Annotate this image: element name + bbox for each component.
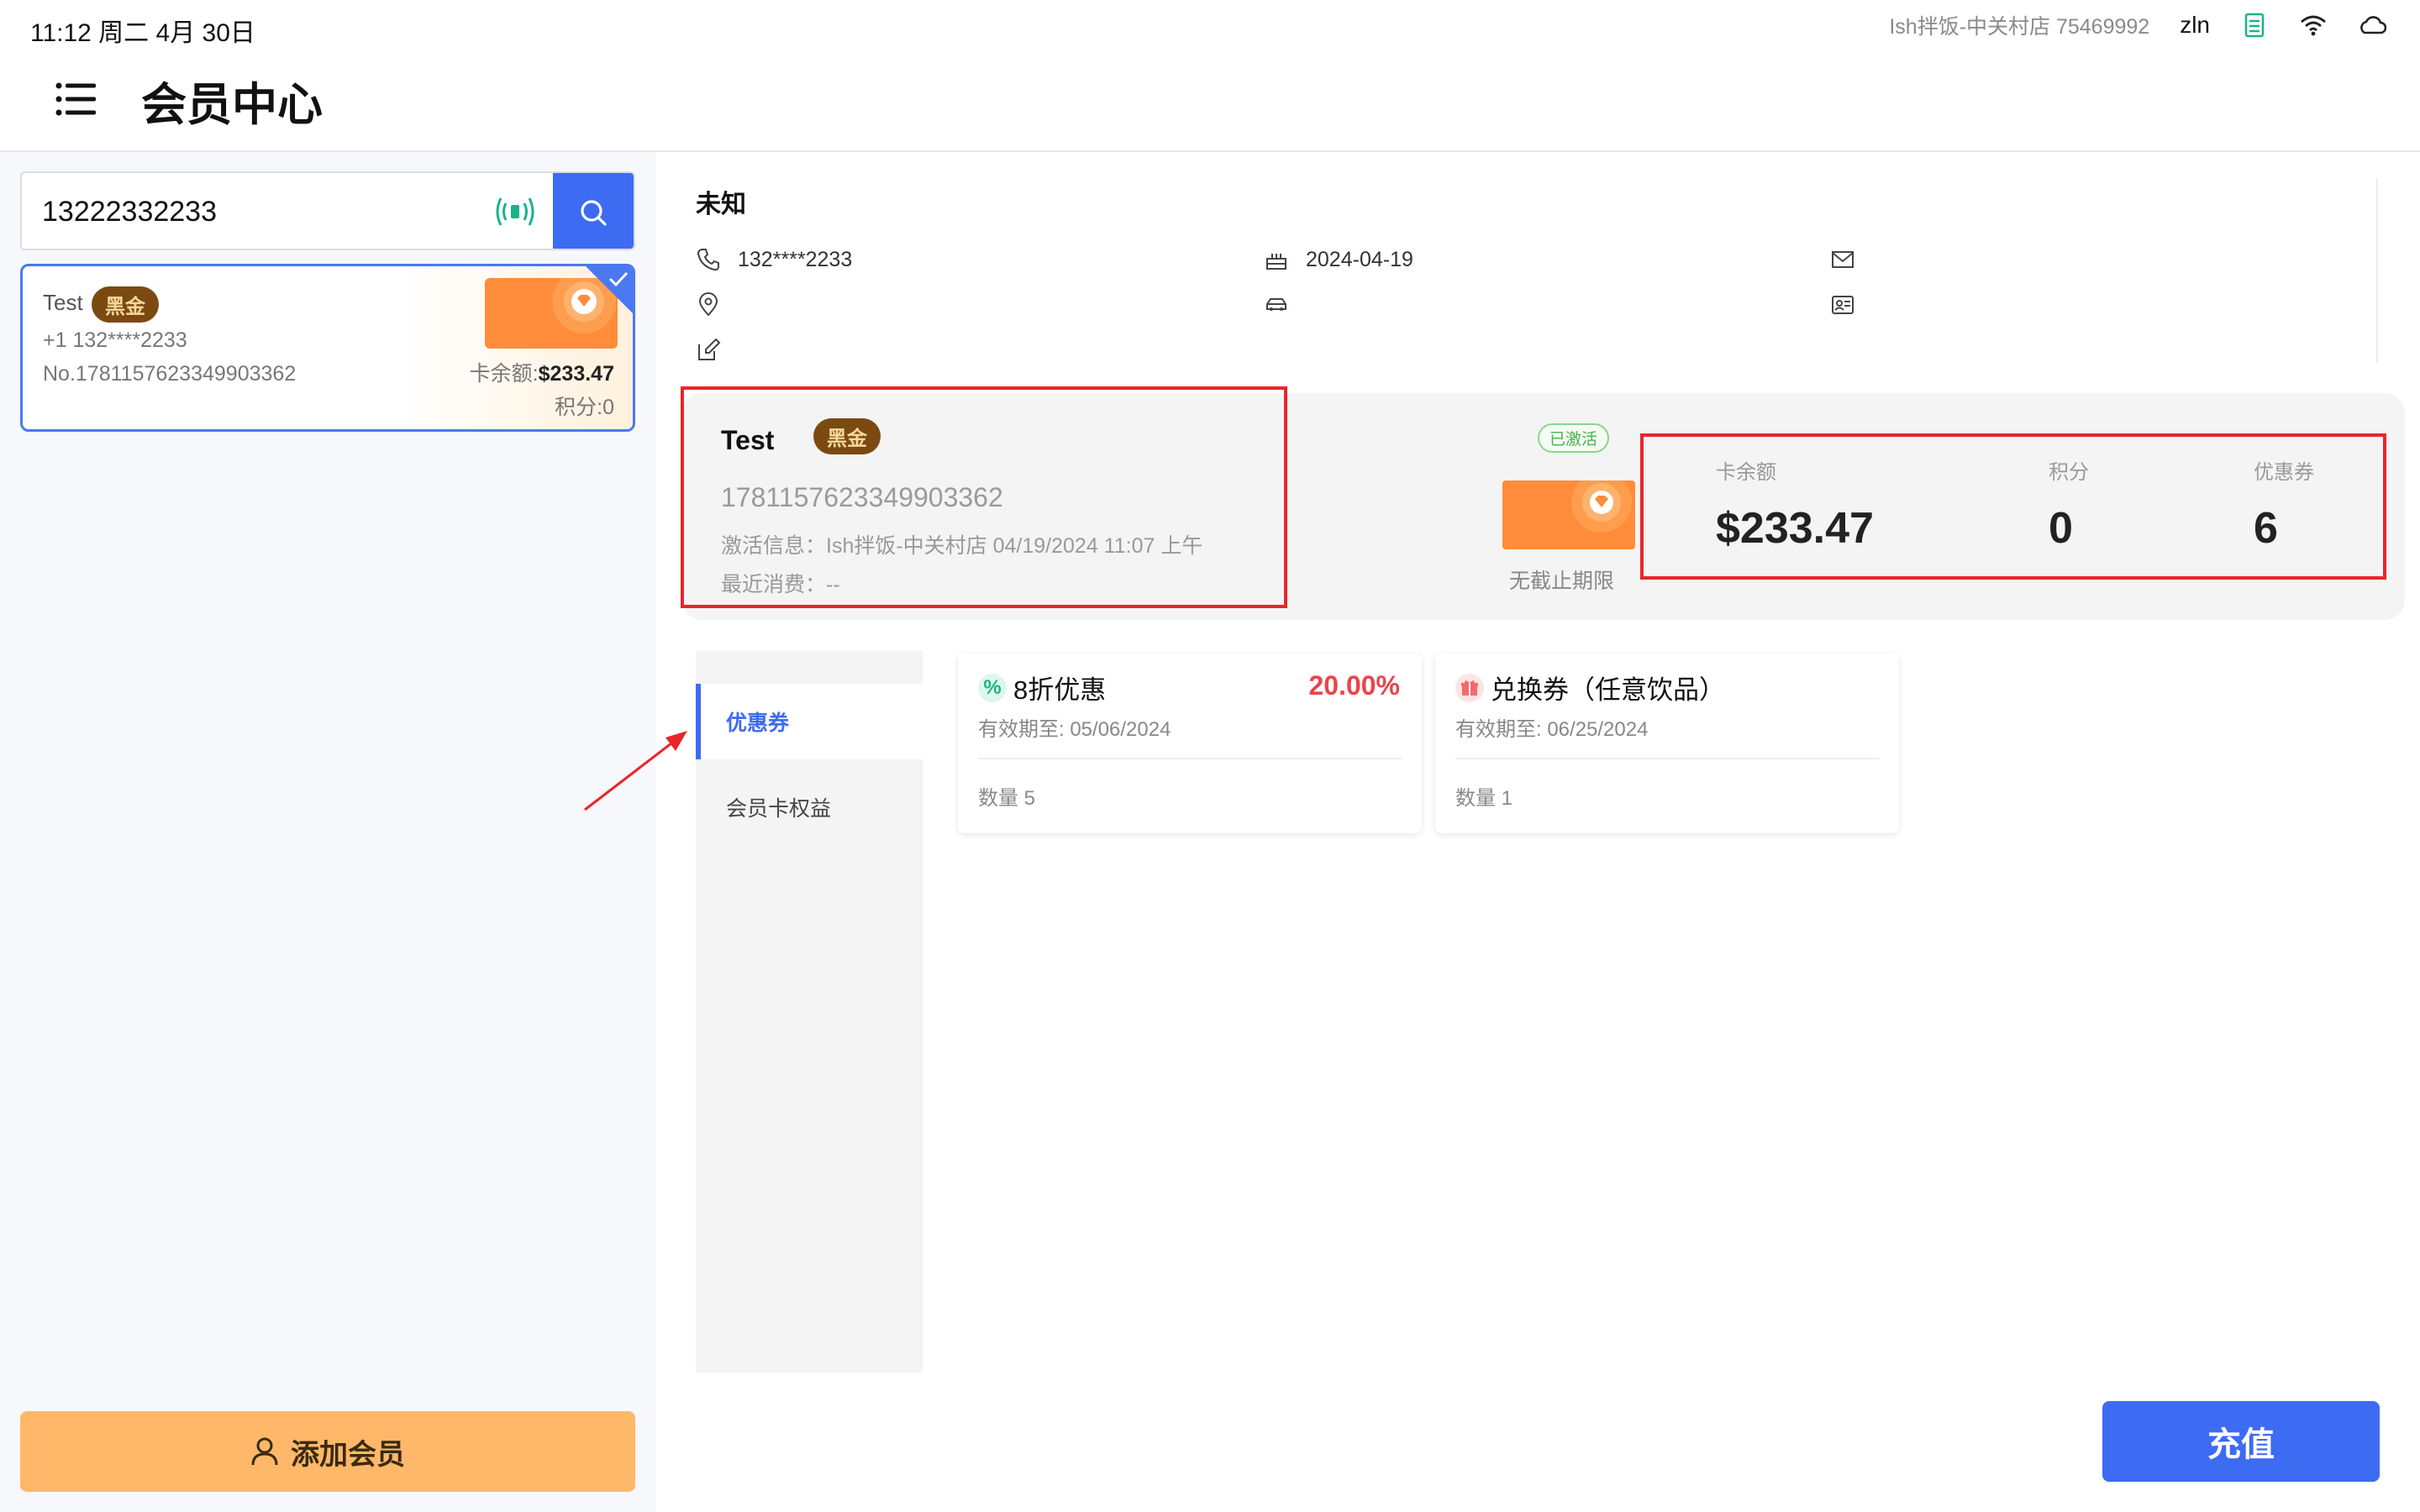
coupon-quantity: 数量 1 xyxy=(1455,787,1513,810)
coupon-divider xyxy=(1455,758,1879,759)
menu-icon[interactable] xyxy=(52,76,99,123)
birthday-cake-icon xyxy=(1266,254,1286,270)
coupon-title-text: 兑换券（任意饮品） xyxy=(1491,675,1725,705)
profile-id-row xyxy=(1830,292,1855,318)
annotation-arrow-icon xyxy=(584,731,687,811)
check-icon xyxy=(608,271,629,287)
status-time: 11:12 周二 4月 30日 xyxy=(30,19,255,47)
member-points: 积分:0 xyxy=(555,396,614,419)
profile-edit-row[interactable] xyxy=(696,338,721,363)
coupon-quantity: 数量 5 xyxy=(978,787,1036,810)
user-name[interactable]: zln xyxy=(2180,12,2210,39)
member-result-card[interactable]: Test 黑金 +1 132****2233 No.17811576233499… xyxy=(20,264,635,432)
location-icon xyxy=(698,292,718,317)
id-card-icon xyxy=(1832,296,1854,314)
recharge-button[interactable]: 充值 xyxy=(2102,1401,2380,1482)
coupon-title: % 8折优惠 xyxy=(978,669,1106,706)
nfc-read-icon[interactable] xyxy=(492,193,538,230)
coupon-valid: 有效期至: 06/25/2024 xyxy=(1455,718,1649,741)
search-input[interactable] xyxy=(42,192,462,232)
email-icon xyxy=(1832,251,1854,268)
search-button[interactable] xyxy=(553,173,634,249)
profile-birthday: 2024-04-19 xyxy=(1306,247,1413,271)
search-icon xyxy=(581,200,607,226)
tab-card-benefits[interactable]: 会员卡权益 xyxy=(696,769,923,845)
coupon-title: 兑换券（任意饮品） xyxy=(1455,669,1725,706)
cloud-icon xyxy=(2358,11,2386,39)
info-divider xyxy=(2376,178,2378,363)
member-number: No.1781157623349903362 xyxy=(43,362,297,386)
member-search-pane: Test 黑金 +1 132****2233 No.17811576233499… xyxy=(0,153,655,1512)
page-title: 会员中心 xyxy=(141,80,323,130)
member-name: Test xyxy=(43,290,83,315)
app-header: 会员中心 xyxy=(0,50,2420,152)
add-member-label: 添加会员 xyxy=(291,1438,405,1471)
add-member-button[interactable]: 添加会员 xyxy=(20,1411,635,1492)
tab-coupons[interactable]: 优惠券 xyxy=(696,684,923,759)
profile-birthday-row: 2024-04-19 xyxy=(1264,247,1413,272)
profile-phone-row: 132****2233 xyxy=(696,247,852,272)
search-box xyxy=(20,171,635,250)
car-icon xyxy=(1266,298,1286,311)
member-phone: +1 132****2233 xyxy=(43,328,187,352)
profile-car-row xyxy=(1264,292,1289,318)
coupon-card[interactable]: 兑换券（任意饮品） 有效期至: 06/25/2024 数量 1 xyxy=(1435,654,1899,833)
coupon-title-text: 8折优惠 xyxy=(1013,675,1107,705)
edit-icon[interactable] xyxy=(696,338,721,363)
detail-tabs: 优惠券 会员卡权益 xyxy=(696,650,923,1373)
highlight-card-info xyxy=(681,386,1287,608)
coupon-valid: 有效期至: 05/06/2024 xyxy=(978,718,1171,741)
user-icon xyxy=(251,1437,278,1466)
profile-phone: 132****2233 xyxy=(738,247,853,271)
profile-email-row xyxy=(1830,247,1855,272)
card-expiry: 无截止期限 xyxy=(1509,570,1615,593)
card-status-badge: 已激活 xyxy=(1538,423,1610,453)
printer-status-icon[interactable] xyxy=(2240,11,2269,39)
wifi-icon xyxy=(2299,11,2328,39)
card-image-icon xyxy=(1502,472,1635,549)
member-detail-pane: 未知 132****2233 2024-04-19 Test 黑金 178115… xyxy=(655,153,2420,1512)
status-right: Ish拌饭-中关村店 75469992 zln xyxy=(1889,10,2386,40)
coupon-divider xyxy=(978,758,1402,759)
coupon-discount: 20.00% xyxy=(1308,670,1400,701)
store-info: Ish拌饭-中关村店 75469992 xyxy=(1889,15,2150,39)
phone-icon xyxy=(697,249,719,271)
profile-address-row xyxy=(696,292,721,318)
status-bar: 11:12 周二 4月 30日 Ish拌饭-中关村店 75469992 zln xyxy=(0,0,2420,50)
profile-name: 未知 xyxy=(696,191,746,218)
gift-icon xyxy=(1455,673,1484,702)
member-balance: 卡余额:$233.47 xyxy=(469,362,614,386)
member-level-badge: 黑金 xyxy=(92,286,159,323)
percent-icon: % xyxy=(978,673,1007,702)
coupon-card[interactable]: % 8折优惠 20.00% 有效期至: 05/06/2024 数量 5 xyxy=(958,654,1422,833)
highlight-stats xyxy=(1640,433,2386,580)
